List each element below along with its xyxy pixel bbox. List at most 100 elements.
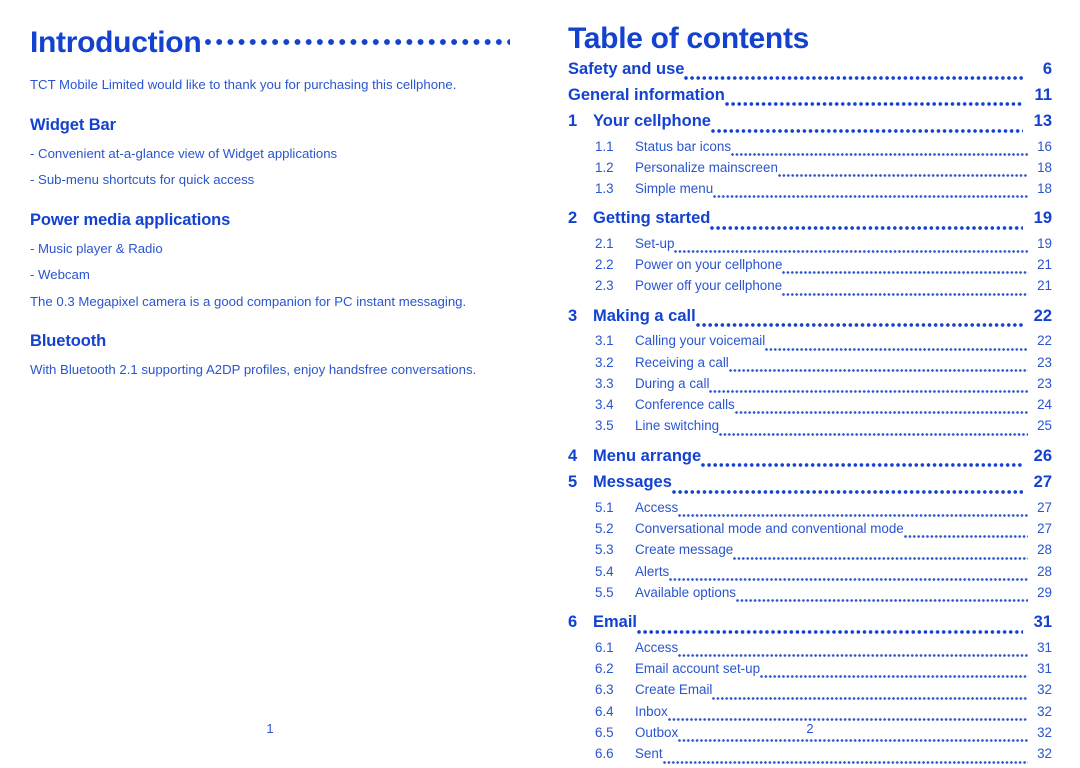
toc-entry-label: Getting started (593, 209, 711, 228)
toc-entry-label: Power on your cellphone (635, 257, 783, 273)
toc-entry-dot-leader (731, 139, 1028, 160)
toc-entry-number: 3.2 (595, 354, 614, 370)
toc-entry[interactable]: 6.3 Create Email 32 (568, 682, 1052, 703)
toc-entry-dot-leader (710, 112, 1023, 139)
toc-entry-number: 6.3 (595, 682, 614, 698)
toc-entry[interactable]: 6.2 Email account set-up 31 (568, 661, 1052, 682)
toc-entry-number: 1 (568, 112, 578, 130)
list-item: - Convenient at-a-glance view of Widget … (30, 145, 338, 161)
toc-entry[interactable]: 6.6 Sent 32 (568, 746, 1052, 767)
toc-entry[interactable]: 5.3 Create message 28 (568, 542, 1052, 563)
list-item: - Music player & Radio (30, 240, 163, 256)
toc-entry[interactable]: 5.2 Conversational mode and conventional … (568, 521, 1052, 542)
toc-entry[interactable]: 1.1 Status bar icons 16 (568, 139, 1052, 160)
toc-entry-dot-leader (710, 209, 1023, 236)
toc-entry-label: Conference calls (635, 397, 735, 413)
toc-entry[interactable]: 2.1 Set-up 19 (568, 236, 1052, 257)
toc-entry[interactable]: 3.1 Calling your voicemail 22 (568, 333, 1052, 354)
toc-entry[interactable]: 2.2 Power on your cellphone 21 (568, 257, 1052, 278)
toc-entry-dot-leader (728, 355, 1028, 376)
toc-entry[interactable]: 6 Email 31 (568, 613, 1052, 640)
widget-bar-bullet-list: - Convenient at-a-glance view of Widget … (30, 145, 510, 190)
toc-group-spacer (568, 606, 1052, 613)
toc-entry-page-number: 24 (1037, 397, 1052, 413)
toc-entry-dot-leader (777, 160, 1028, 181)
toc-entry-number: 6.4 (595, 703, 614, 719)
toc-entry-page-number: 28 (1037, 542, 1052, 558)
toc-entry[interactable]: 5 Messages 27 (568, 473, 1052, 500)
toc-entry[interactable]: 3.5 Line switching 25 (568, 418, 1052, 439)
toc-entry-dot-leader (712, 682, 1028, 703)
table-of-contents-list: Safety and use 6 General information 11 1 Yo… (568, 60, 1052, 768)
toc-entry-number: 3.4 (595, 397, 614, 413)
toc-entry-page-number: 27 (1037, 521, 1052, 537)
toc-entry[interactable]: 6.1 Access 31 (568, 640, 1052, 661)
toc-group-spacer (568, 440, 1052, 447)
toc-entry-dot-leader (903, 521, 1028, 542)
toc-entry-number: 5.3 (595, 542, 614, 558)
toc-entry-dot-leader (671, 473, 1023, 500)
toc-entry-dot-leader (782, 278, 1028, 299)
two-page-spread: Introduction TCT Mobile Limited would li… (0, 0, 1080, 767)
toc-entry-dot-leader (736, 585, 1028, 606)
introduction-title-dot-leader (205, 22, 510, 52)
toc-entry[interactable]: 5.1 Access 27 (568, 500, 1052, 521)
toc-entry[interactable]: 3.3 During a call 23 (568, 376, 1052, 397)
toc-entry[interactable]: 2 Getting started 19 (568, 209, 1052, 236)
toc-entry-page-number: 16 (1037, 138, 1052, 154)
toc-entry-label: Email account set-up (635, 661, 761, 677)
right-page: Table of contents Safety and use 6 General… (540, 0, 1080, 767)
section-heading-power-media-applications: Power media applications (30, 210, 231, 229)
toc-entry-page-number: 21 (1037, 257, 1052, 273)
toc-entry-dot-leader (760, 661, 1028, 682)
toc-entry-page-number: 26 (1033, 446, 1052, 465)
toc-entry-page-number: 32 (1037, 682, 1052, 698)
toc-entry-dot-leader (724, 86, 1023, 112)
toc-entry-label: Create Email (635, 682, 713, 698)
toc-entry-label: Email (593, 613, 638, 632)
toc-group-spacer (568, 202, 1052, 209)
toc-entry[interactable]: 5.4 Alerts 28 (568, 564, 1052, 585)
toc-entry-dot-leader (733, 542, 1028, 563)
toc-entry-page-number: 23 (1037, 354, 1052, 370)
toc-entry-dot-leader (709, 376, 1028, 397)
toc-entry-dot-leader (701, 447, 1023, 474)
toc-entry[interactable]: 3 Making a call 22 (568, 307, 1052, 334)
toc-entry-page-number: 28 (1037, 563, 1052, 579)
toc-entry-page-number: 22 (1037, 333, 1052, 349)
toc-entry-label: Access (635, 499, 679, 515)
toc-entry-number: 4 (568, 446, 578, 465)
toc-entry-dot-leader (695, 307, 1023, 334)
toc-entry-dot-leader (662, 746, 1028, 767)
toc-entry-dot-leader (719, 418, 1028, 439)
toc-entry-number: 2.2 (595, 257, 614, 273)
toc-entry-label: During a call (635, 375, 710, 391)
toc-entry[interactable]: Safety and use 6 (568, 60, 1052, 86)
toc-entry[interactable]: 1 Your cellphone 13 (568, 112, 1052, 139)
toc-entry-page-number: 13 (1033, 112, 1052, 130)
toc-group-spacer (568, 300, 1052, 307)
toc-entry[interactable]: 5.5 Available options 29 (568, 585, 1052, 606)
toc-entry-number: 6.2 (595, 661, 614, 677)
toc-entry-label: Access (635, 639, 679, 655)
toc-entry[interactable]: 3.4 Conference calls 24 (568, 397, 1052, 418)
toc-entry-number: 6 (568, 613, 578, 632)
toc-entry-number: 2.3 (595, 278, 614, 294)
toc-entry[interactable]: 3.2 Receiving a call 23 (568, 355, 1052, 376)
toc-entry[interactable]: 4 Menu arrange 26 (568, 447, 1052, 474)
toc-entry[interactable]: 1.2 Personalize mainscreen 18 (568, 160, 1052, 181)
toc-entry-page-number: 32 (1037, 746, 1052, 762)
toc-entry-page-number: 18 (1037, 181, 1052, 197)
toc-entry-label: Available options (635, 584, 736, 600)
toc-entry-label: Conversational mode and conventional mod… (635, 521, 904, 537)
toc-entry[interactable]: General information 11 (568, 86, 1052, 112)
toc-entry-dot-leader (765, 333, 1028, 354)
toc-entry-page-number: 25 (1037, 418, 1052, 434)
section-heading-bluetooth: Bluetooth (30, 332, 107, 350)
toc-entry[interactable]: 1.3 Simple menu 18 (568, 181, 1052, 202)
bluetooth-paragraph: With Bluetooth 2.1 supporting A2DP profi… (30, 362, 477, 377)
toc-entry[interactable]: 2.3 Power off your cellphone 21 (568, 278, 1052, 299)
table-of-contents-title: Table of contents (568, 22, 810, 55)
toc-entry-page-number: 29 (1037, 584, 1052, 600)
toc-entry-number: 6.6 (595, 746, 614, 762)
